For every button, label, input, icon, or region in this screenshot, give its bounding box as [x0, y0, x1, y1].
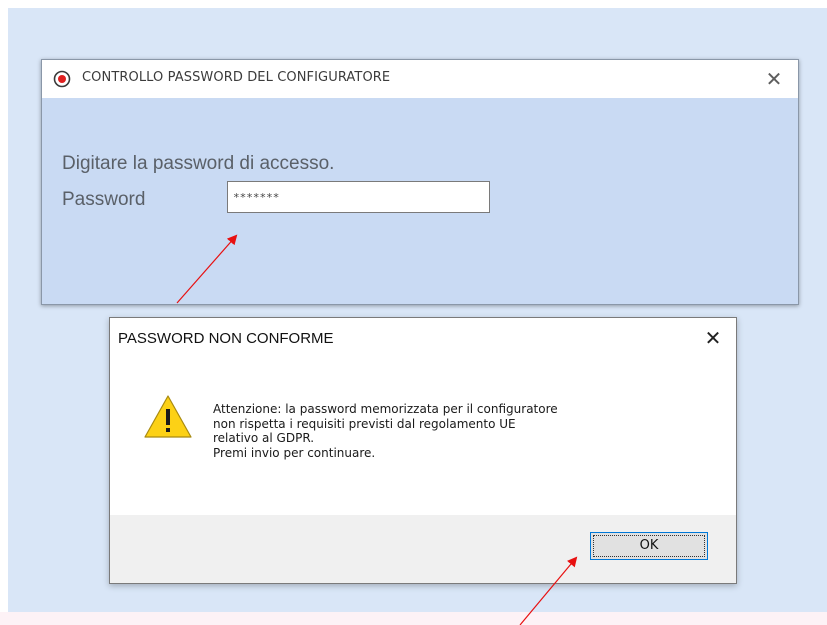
- password-label: Password: [62, 189, 146, 210]
- dialog-message: Attenzione: la password memorizzata per …: [213, 402, 558, 460]
- warning-icon: [144, 395, 192, 438]
- message-line: Premi invio per continuare.: [213, 445, 376, 460]
- bottom-strip: [0, 612, 827, 625]
- title-bar: CONTROLLO PASSWORD DEL CONFIGURATORE ✕: [42, 60, 798, 98]
- message-line: Attenzione: la password memorizzata per …: [213, 402, 558, 416]
- config-password-window: CONTROLLO PASSWORD DEL CONFIGURATORE ✕ D…: [41, 59, 799, 305]
- password-warning-dialog: PASSWORD NON CONFORME ✕ Attenzione: la p…: [109, 317, 737, 584]
- ok-button[interactable]: OK: [590, 532, 708, 560]
- password-prompt: Digitare la password di accesso.: [62, 153, 335, 174]
- window-title: CONTROLLO PASSWORD DEL CONFIGURATORE: [82, 70, 391, 85]
- dialog-footer: OK: [110, 515, 736, 583]
- dialog-close-icon[interactable]: ✕: [703, 328, 723, 348]
- dialog-title: PASSWORD NON CONFORME: [118, 330, 334, 347]
- password-input[interactable]: [227, 181, 490, 213]
- app-record-icon: [53, 70, 71, 88]
- message-line: relativo al GDPR.: [213, 431, 315, 445]
- message-line: non rispetta i requisiti previsti dal re…: [213, 416, 516, 431]
- close-icon[interactable]: ✕: [764, 69, 784, 89]
